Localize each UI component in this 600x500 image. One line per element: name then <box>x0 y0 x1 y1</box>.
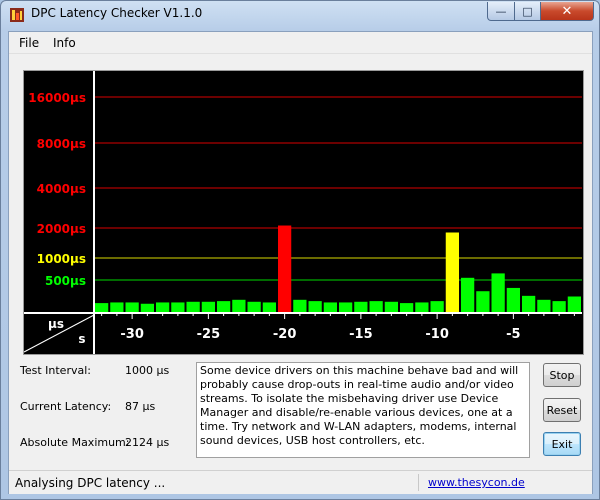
latency-bar <box>171 302 185 313</box>
title-bar[interactable]: DPC Latency Checker V1.1.0 — □ ✕ <box>1 1 599 29</box>
reset-button[interactable]: Reset <box>543 398 581 422</box>
axis-corner-unit-bottom: s <box>78 332 85 346</box>
latency-bar <box>430 301 444 313</box>
menu-bar: File Info <box>9 32 592 54</box>
latency-bar <box>217 301 231 313</box>
status-text: Analysing DPC latency ... <box>15 476 166 490</box>
latency-bar <box>140 303 154 313</box>
latency-bar <box>491 273 505 313</box>
latency-bar <box>369 301 383 313</box>
latency-bar <box>110 302 124 313</box>
current-latency-value: 87 µs <box>125 400 156 413</box>
test-interval-value: 1000 µs <box>125 364 170 377</box>
latency-bar <box>445 232 459 313</box>
latency-bar <box>247 301 261 313</box>
app-icon <box>10 8 24 22</box>
y-tick-label: 1000µs <box>37 252 86 266</box>
latency-bar <box>506 287 520 313</box>
close-button[interactable]: ✕ <box>540 2 594 21</box>
minimize-icon: — <box>495 4 507 18</box>
latency-bar <box>323 302 337 313</box>
x-tick-label: -30 <box>120 327 144 342</box>
latency-bar <box>95 303 109 313</box>
status-bar: Analysing DPC latency ... www.thesycon.d… <box>9 470 592 494</box>
absolute-maximum-value: 2124 µs <box>125 436 170 449</box>
latency-bar <box>278 225 292 313</box>
y-tick-label: 4000µs <box>37 182 86 196</box>
latency-bar <box>339 302 353 313</box>
latency-bar <box>476 291 490 313</box>
latency-bar <box>522 295 536 313</box>
x-tick-label: -5 <box>506 327 520 342</box>
x-tick-label: -15 <box>349 327 373 342</box>
close-icon: ✕ <box>561 3 573 19</box>
maximize-button[interactable]: □ <box>514 2 541 21</box>
x-tick-label: -10 <box>425 327 449 342</box>
latency-bar <box>537 299 551 313</box>
latency-bar <box>201 301 215 313</box>
latency-bar <box>293 299 307 313</box>
client-area: File Info 16000µs 8000µs 4000µs 2000µs 1000µ… <box>8 31 593 494</box>
latency-chart: 16000µs 8000µs 4000µs 2000µs 1000µs 500µs µs s -… <box>23 70 584 355</box>
latency-bar <box>567 296 581 313</box>
latency-bar <box>156 302 170 313</box>
maximize-icon: □ <box>522 4 533 18</box>
latency-bar <box>186 301 200 313</box>
stop-button[interactable]: Stop <box>543 363 581 387</box>
message-box: Some device drivers on this machine beha… <box>196 362 530 458</box>
absolute-maximum-label: Absolute Maximum: <box>20 436 130 449</box>
latency-bar <box>125 302 139 313</box>
latency-bar <box>552 301 566 313</box>
y-tick-label: 16000µs <box>28 91 86 105</box>
menu-file[interactable]: File <box>19 36 39 50</box>
latency-bar <box>308 301 322 313</box>
y-tick-label: 500µs <box>45 274 86 288</box>
x-tick-label: -20 <box>273 327 297 342</box>
latency-chart-svg: 16000µs 8000µs 4000µs 2000µs 1000µs 500µs µss -… <box>24 71 582 354</box>
current-latency-label: Current Latency: <box>20 400 112 413</box>
window-title: DPC Latency Checker V1.1.0 <box>31 6 203 20</box>
app-window: DPC Latency Checker V1.1.0 — □ ✕ File In… <box>0 0 600 500</box>
latency-bar <box>384 301 398 313</box>
latency-bar <box>461 277 475 313</box>
test-interval-label: Test Interval: <box>20 364 91 377</box>
y-tick-label: 8000µs <box>37 137 86 151</box>
minimize-button[interactable]: — <box>487 2 515 21</box>
x-tick-label: -25 <box>197 327 221 342</box>
latency-bar <box>262 302 276 313</box>
website-link[interactable]: www.thesycon.de <box>428 476 525 489</box>
latency-bar <box>415 302 429 313</box>
status-separator <box>418 474 419 491</box>
latency-bar <box>354 301 368 313</box>
latency-bar <box>400 303 414 313</box>
y-tick-label: 2000µs <box>37 222 86 236</box>
axis-corner-unit-top: µs <box>48 317 64 331</box>
latency-bar <box>232 299 246 313</box>
exit-button[interactable]: Exit <box>543 432 581 456</box>
menu-info[interactable]: Info <box>53 36 76 50</box>
